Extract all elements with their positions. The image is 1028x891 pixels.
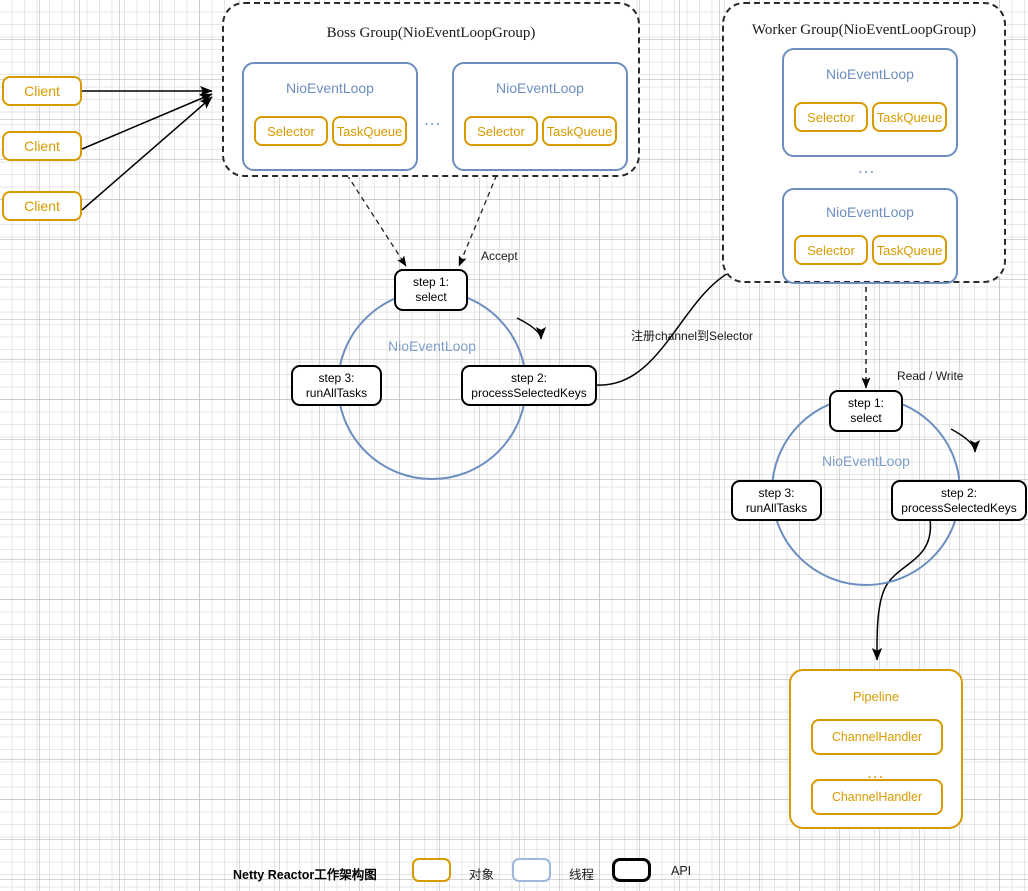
selector-label: Selector	[267, 124, 315, 139]
read-write-edge-label: Read / Write	[897, 369, 963, 383]
worker-selector-2[interactable]: Selector	[794, 235, 868, 265]
pipeline-title: Pipeline	[791, 689, 961, 704]
worker-event-loop-1-title: NioEventLoop	[784, 66, 956, 82]
pipeline-container[interactable]: Pipeline ChannelHandler ... ChannelHandl…	[789, 669, 963, 829]
boss-step3-runalltasks[interactable]: step 3: runAllTasks	[291, 365, 382, 406]
selector-label: Selector	[807, 110, 855, 125]
client-label: Client	[24, 83, 60, 99]
client-label: Client	[24, 198, 60, 214]
taskqueue-label: TaskQueue	[547, 124, 613, 139]
boss-step1-select[interactable]: step 1: select	[394, 269, 468, 311]
step3-line1: step 3:	[758, 486, 794, 501]
boss-event-loop-1[interactable]: NioEventLoop Selector TaskQueue	[242, 62, 418, 171]
diagram-canvas: Client Client Client Boss Group(NioEvent…	[0, 0, 1028, 891]
worker-group-container: Worker Group(NioEventLoopGroup) NioEvent…	[722, 2, 1006, 283]
step2-line1: step 2:	[511, 371, 547, 386]
taskqueue-label: TaskQueue	[337, 124, 403, 139]
channel-handler-2[interactable]: ChannelHandler	[811, 779, 943, 815]
step3-line2: runAllTasks	[746, 501, 807, 516]
boss-selector-2[interactable]: Selector	[464, 116, 538, 146]
selector-label: Selector	[477, 124, 525, 139]
legend-title: Netty Reactor工作架构图	[233, 864, 377, 883]
boss-step2-processselectedkeys[interactable]: step 2: processSelectedKeys	[461, 365, 597, 406]
legend-swatch-thread	[512, 858, 551, 882]
boss-loop-rotation-arrow	[517, 318, 541, 339]
boss-group-title: Boss Group(NioEventLoopGroup)	[224, 25, 638, 42]
legend-label-thread: 线程	[569, 864, 594, 883]
boss-event-loop-2[interactable]: NioEventLoop Selector TaskQueue	[452, 62, 628, 171]
step2-line2: processSelectedKeys	[901, 501, 1016, 516]
legend-swatch-object	[412, 858, 451, 882]
step2-line2: processSelectedKeys	[471, 386, 586, 401]
step3-line1: step 3:	[318, 371, 354, 386]
taskqueue-label: TaskQueue	[877, 110, 943, 125]
taskqueue-label: TaskQueue	[877, 243, 943, 258]
worker-step3-runalltasks[interactable]: step 3: runAllTasks	[731, 480, 822, 521]
boss-event-loop-1-title: NioEventLoop	[244, 80, 416, 96]
channel-handler-1[interactable]: ChannelHandler	[811, 719, 943, 755]
boss-group-ellipsis: ...	[424, 111, 441, 128]
register-channel-edge-label: 注册channel到Selector	[631, 327, 753, 344]
step1-line1: step 1:	[413, 275, 449, 290]
worker-circle-label: NioEventLoop	[771, 453, 961, 469]
client-box-2[interactable]: Client	[2, 131, 82, 161]
worker-group-title: Worker Group(NioEventLoopGroup)	[724, 22, 1004, 39]
selector-label: Selector	[807, 243, 855, 258]
boss-group-container: Boss Group(NioEventLoopGroup) NioEventLo…	[222, 2, 640, 177]
boss-taskqueue-1[interactable]: TaskQueue	[332, 116, 407, 146]
worker-step1-select[interactable]: step 1: select	[829, 390, 903, 432]
legend-swatch-api	[612, 858, 651, 882]
boss-event-loop-2-title: NioEventLoop	[454, 80, 626, 96]
channel-handler-label: ChannelHandler	[832, 730, 922, 744]
step1-line2: select	[415, 290, 446, 305]
client-label: Client	[24, 138, 60, 154]
step2-line1: step 2:	[941, 486, 977, 501]
worker-selector-1[interactable]: Selector	[794, 102, 868, 132]
legend-label-api: API	[671, 864, 691, 878]
step3-line2: runAllTasks	[306, 386, 367, 401]
worker-event-loop-1[interactable]: NioEventLoop Selector TaskQueue	[782, 48, 958, 157]
boss-circle-label: NioEventLoop	[337, 338, 527, 354]
worker-event-loop-2-title: NioEventLoop	[784, 204, 956, 220]
worker-step2-processselectedkeys[interactable]: step 2: processSelectedKeys	[891, 480, 1027, 521]
worker-taskqueue-2[interactable]: TaskQueue	[872, 235, 947, 265]
boss-selector-1[interactable]: Selector	[254, 116, 328, 146]
legend-label-object: 对象	[469, 864, 494, 883]
client-box-1[interactable]: Client	[2, 76, 82, 106]
step1-line2: select	[850, 411, 881, 426]
boss-loop-dashed-edges	[342, 167, 500, 266]
worker-taskqueue-1[interactable]: TaskQueue	[872, 102, 947, 132]
client-box-3[interactable]: Client	[2, 191, 82, 221]
worker-group-ellipsis: ...	[858, 159, 875, 176]
channel-handler-label: ChannelHandler	[832, 790, 922, 804]
step1-line1: step 1:	[848, 396, 884, 411]
worker-event-loop-2[interactable]: NioEventLoop Selector TaskQueue	[782, 188, 958, 284]
client-to-boss-edges	[82, 91, 212, 210]
accept-edge-label: Accept	[481, 249, 518, 263]
worker-loop-rotation-arrow	[951, 429, 975, 452]
boss-taskqueue-2[interactable]: TaskQueue	[542, 116, 617, 146]
